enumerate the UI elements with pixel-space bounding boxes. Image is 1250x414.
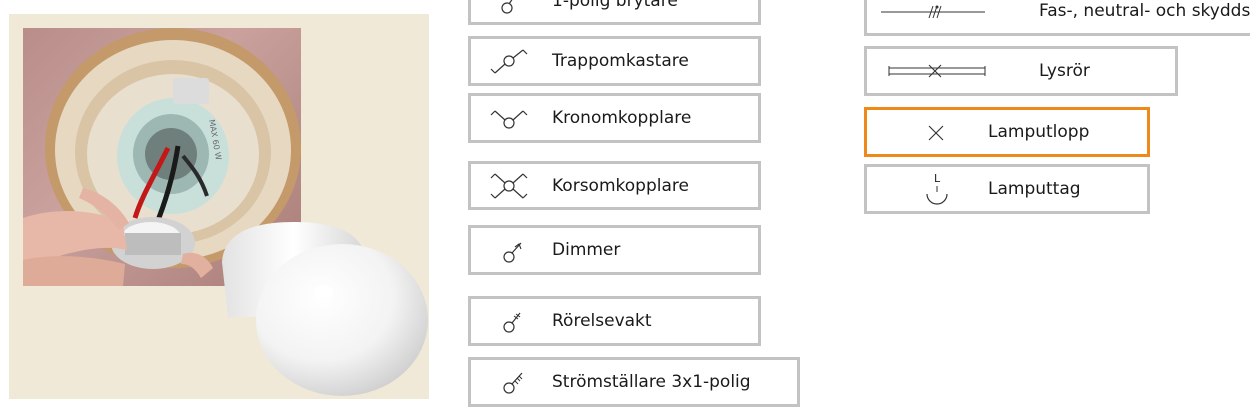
symbol-card-motion-sensor[interactable]: Rörelsevakt xyxy=(468,296,761,346)
one-pole-switch-icon xyxy=(487,0,531,16)
fluorescent-tube-icon xyxy=(887,56,987,86)
symbol-card-two-way-switch[interactable]: Trappomkastare xyxy=(468,36,761,86)
symbol-card-dimmer[interactable]: Dimmer xyxy=(468,225,761,275)
symbol-card-label: Dimmer xyxy=(552,240,621,260)
symbol-card-label: Korsomkopplare xyxy=(552,175,689,196)
symbol-card-lamp-socket[interactable]: L Lamputtag xyxy=(864,164,1150,214)
symbol-card-three-pole-switch[interactable]: Strömställare 3x1-polig xyxy=(468,357,800,407)
symbol-card-label: Fas-, neutral- och skydds xyxy=(1039,1,1250,21)
chandelier-switch-icon xyxy=(487,103,531,133)
symbol-card-phase-neutral-protective[interactable]: Fas-, neutral- och skydds xyxy=(864,0,1250,36)
symbol-card-label: 1-polig brytare xyxy=(552,0,678,11)
symbol-card-one-pole-switch[interactable]: 1-polig brytare xyxy=(468,0,761,25)
symbol-card-label: Trappomkastare xyxy=(552,51,689,71)
symbol-card-label: Rörelsevakt xyxy=(552,311,652,331)
two-way-switch-icon xyxy=(487,46,531,76)
symbol-card-label: Kronomkopplare xyxy=(552,108,692,128)
symbol-card-chandelier-switch[interactable]: Kronomkopplare xyxy=(468,93,761,143)
lamp-socket-icon: L xyxy=(917,172,957,206)
symbol-card-lamp-outlet[interactable]: Lamputlopp xyxy=(864,107,1150,157)
lamp-outlet-icon xyxy=(917,117,957,147)
socket-letter: L xyxy=(934,172,941,185)
symbol-card-label: Lamputtag xyxy=(988,179,1081,199)
phase-neutral-protective-icon xyxy=(879,0,989,26)
symbol-card-fluorescent-tube[interactable]: Lysrör xyxy=(864,46,1178,96)
intermediate-switch-icon xyxy=(487,171,531,201)
symbol-card-label: Lamputlopp xyxy=(988,122,1090,142)
three-pole-switch-icon xyxy=(487,367,531,397)
symbol-card-label: Lysrör xyxy=(1039,61,1090,81)
symbol-card-label: Strömställare 3x1-polig xyxy=(552,372,751,392)
symbol-card-intermediate-switch[interactable]: Korsomkopplare xyxy=(468,161,761,210)
dimmer-icon xyxy=(487,235,531,265)
lamp-globe-image xyxy=(214,222,428,396)
motion-sensor-icon xyxy=(487,306,531,336)
